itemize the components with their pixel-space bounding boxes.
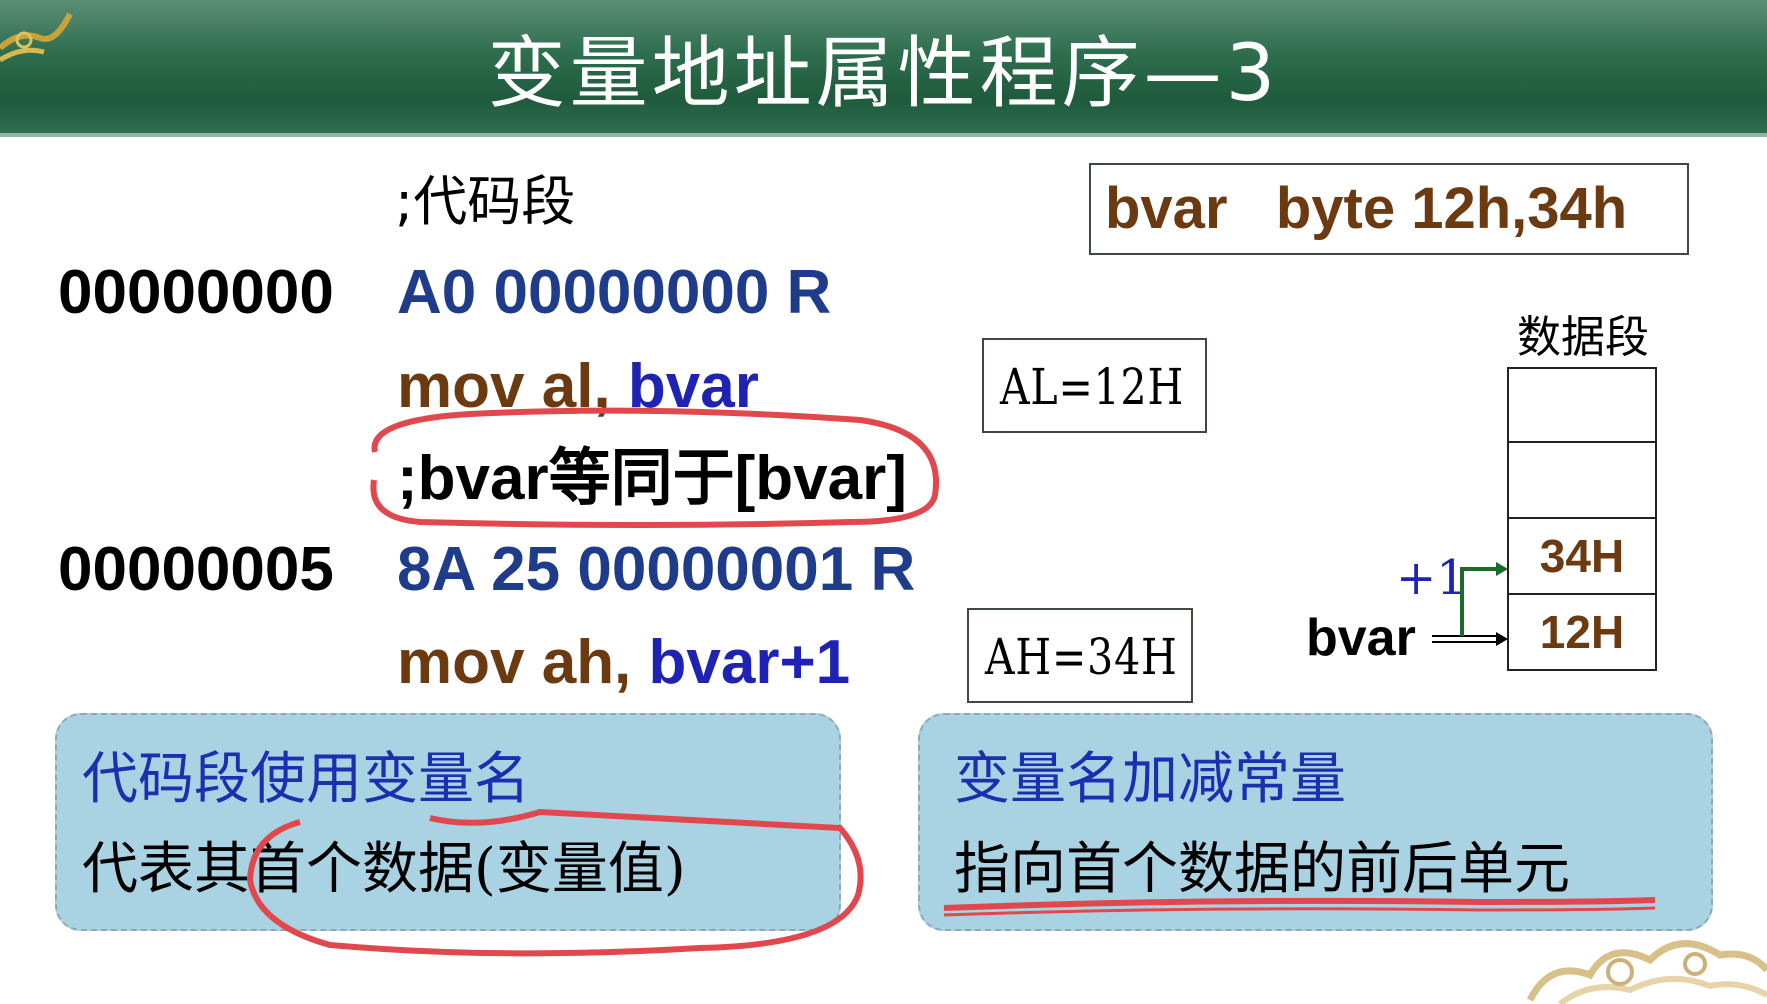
red-annotations-icon <box>246 407 1656 957</box>
